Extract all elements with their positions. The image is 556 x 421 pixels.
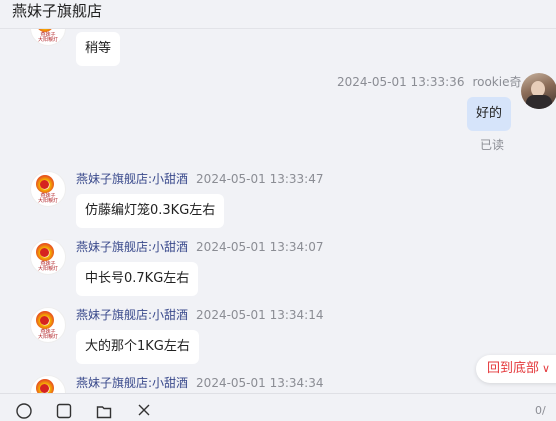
logo-seal-icon (40, 316, 49, 325)
char-counter: 0/ (535, 404, 546, 417)
message-meta: 燕妹子旗舰店:小甜酒 2024-05-01 13:34:34 (76, 375, 324, 391)
message-bubble[interactable]: 稍等 (76, 32, 121, 66)
logo-seal-icon (40, 248, 49, 257)
message-time: 2024-05-01 13:33:36 (337, 75, 465, 89)
shop-avatar[interactable]: 燕妹子 大阳粮灯 (30, 375, 66, 393)
shop-avatar[interactable]: 燕妹子 大阳粮灯 (30, 29, 66, 46)
message-sender: 燕妹子旗舰店:小甜酒 (76, 308, 189, 322)
user-avatar[interactable] (521, 73, 556, 109)
back-to-bottom-button[interactable]: 回到底部 ∨ (476, 355, 556, 383)
shop-title: 燕妹子旗舰店 (12, 2, 103, 20)
message-time: 2024-05-01 13:34:34 (196, 376, 324, 390)
logo-seal-icon (40, 384, 49, 393)
logo-seal-icon (40, 180, 49, 189)
message-time: 2024-05-01 13:34:14 (196, 308, 324, 322)
message-bubble-self[interactable]: 好的 (467, 97, 512, 131)
user-body-icon (526, 95, 552, 109)
message-bubble[interactable]: 中长号0.7KG左右 (76, 262, 199, 296)
image-icon[interactable] (55, 403, 73, 421)
back-to-bottom-label: 回到底部 (487, 361, 540, 376)
message-list[interactable]: 燕妹子 大阳粮灯 稍等 2024-05-01 13:33:36 rookie奇 好… (0, 29, 556, 393)
message-bubble[interactable]: 大的那个1KG左右 (76, 330, 199, 364)
message-meta: 燕妹子旗舰店:小甜酒 2024-05-01 13:34:14 (76, 307, 324, 323)
read-status: 已读 (480, 138, 505, 152)
folder-icon[interactable] (95, 403, 113, 421)
emoji-icon[interactable] (15, 403, 33, 421)
message-meta: 燕妹子旗舰店:小甜酒 2024-05-01 13:33:47 (76, 171, 324, 187)
shop-avatar[interactable]: 燕妹子 大阳粮灯 (30, 239, 66, 275)
chevron-down-icon: ∨ (542, 362, 551, 375)
message-sender: 燕妹子旗舰店:小甜酒 (76, 172, 189, 186)
shop-avatar[interactable]: 燕妹子 大阳粮灯 (30, 307, 66, 343)
message-sender: rookie奇 (472, 75, 522, 89)
input-toolbar: 0/ (0, 393, 556, 421)
message-sender: 燕妹子旗舰店:小甜酒 (76, 240, 189, 254)
message-sender: 燕妹子旗舰店:小甜酒 (76, 376, 189, 390)
message-bubble[interactable]: 仿藤编灯笼0.3KG左右 (76, 194, 225, 228)
scissors-icon[interactable] (135, 403, 153, 421)
shop-avatar[interactable]: 燕妹子 大阳粮灯 (30, 171, 66, 207)
message-time: 2024-05-01 13:34:07 (196, 240, 324, 254)
message-time: 2024-05-01 13:33:47 (196, 172, 324, 186)
message-meta: 2024-05-01 13:33:36 rookie奇 (337, 74, 521, 90)
chat-header: 燕妹子旗舰店 (0, 0, 556, 29)
message-meta: 燕妹子旗舰店:小甜酒 2024-05-01 13:34:07 (76, 239, 324, 255)
